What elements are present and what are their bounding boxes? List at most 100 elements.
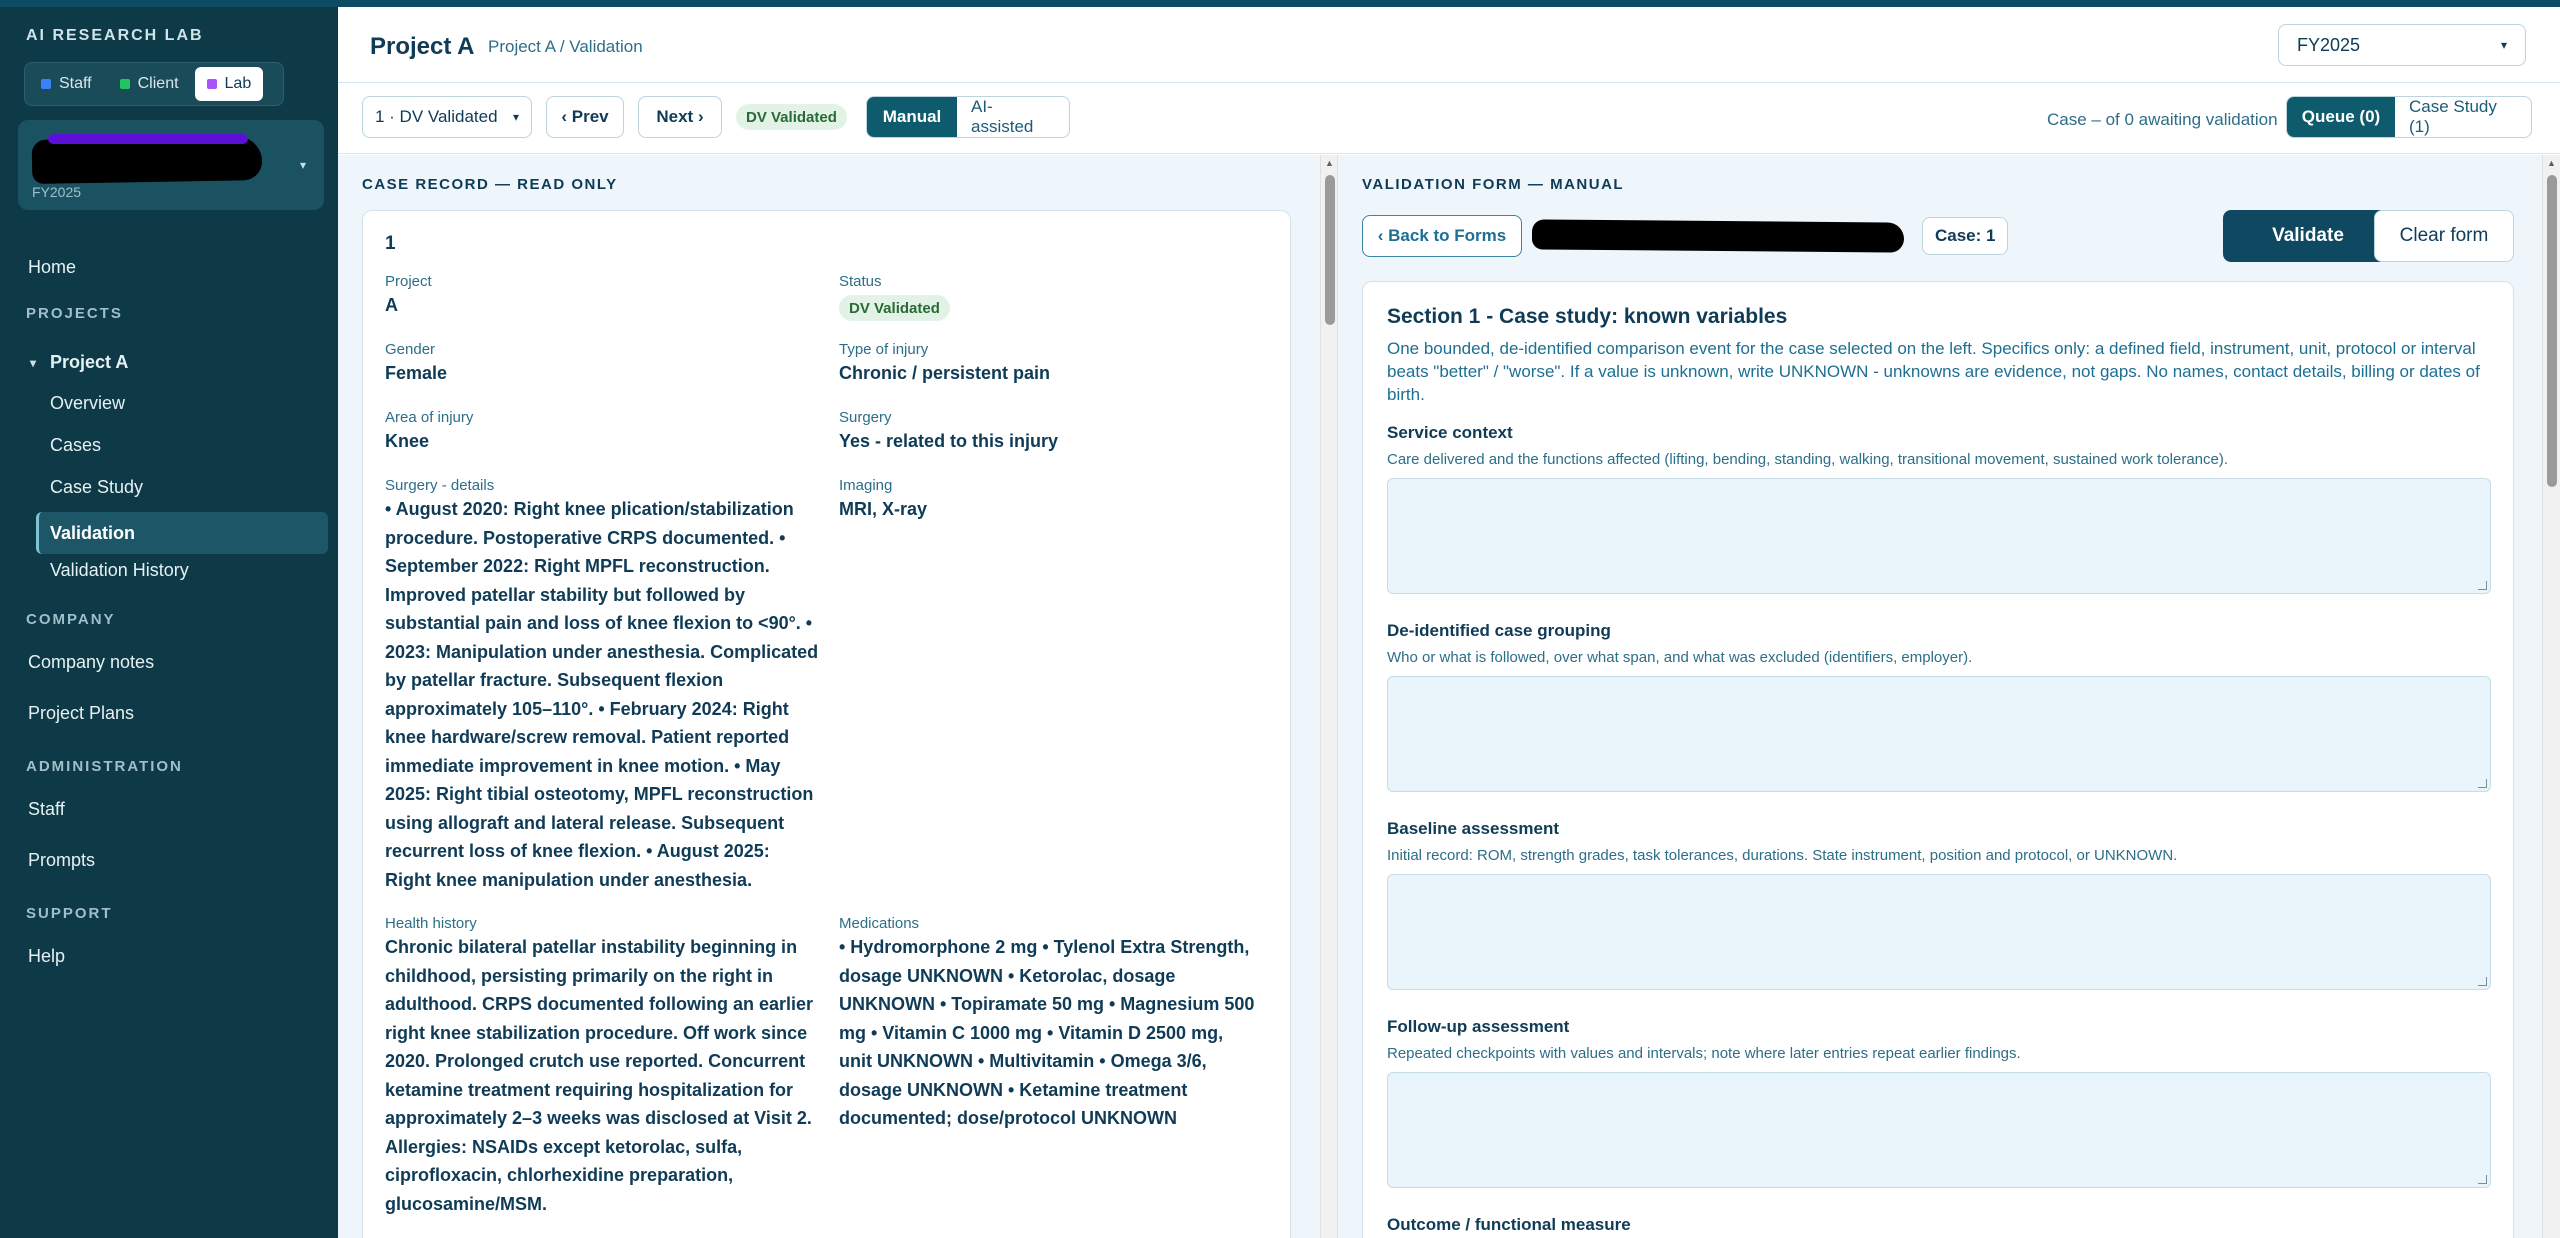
case-grouping-help: Who or what is followed, over what span,… xyxy=(1387,649,1973,666)
fiscal-year-select[interactable]: FY2025 ▾ xyxy=(2278,24,2526,66)
nav-validation[interactable]: Validation xyxy=(50,523,135,544)
health-history-line: ketamine treatment requiring hospitaliza… xyxy=(385,1079,794,1100)
surgery-details-label: Surgery - details xyxy=(385,477,495,494)
nav-validation-history[interactable]: Validation History xyxy=(50,560,189,581)
role-staff-label: Staff xyxy=(59,75,92,92)
medications-line: unit UNKNOWN • Multivitamin • Omega 3/6, xyxy=(839,1051,1207,1071)
surgery-details-line: 2025: Right tibial osteotomy, MPFL recon… xyxy=(385,784,814,804)
page-header: Project A Project A / Validation FY2025 … xyxy=(338,7,2560,83)
scroll-up-icon: ▲ xyxy=(1325,158,1334,168)
imaging-label: Imaging xyxy=(839,477,893,494)
surgery-details-line: Right knee manipulation under anesthesia… xyxy=(385,869,753,890)
health-history-line: 2020. Prolonged crutch use reported. Con… xyxy=(385,1051,806,1071)
surgery-details-value: • August 2020: Right knee plication/stab… xyxy=(385,495,825,894)
section-company: COMPANY xyxy=(26,611,116,628)
nav-cases[interactable]: Cases xyxy=(50,435,101,456)
nav-prompts[interactable]: Prompts xyxy=(28,850,95,871)
health-history-line: Allergies: NSAIDs except ketorolac, sulf… xyxy=(385,1136,743,1157)
chevron-down-icon: ▾ xyxy=(30,355,37,370)
toolbar: 1 · DV Validated ▾ ‹ Prev Next › DV Vali… xyxy=(338,84,2560,154)
follow-up-assessment-field[interactable] xyxy=(1387,1072,2491,1188)
top-accent-bar xyxy=(0,0,2560,7)
clear-form-button[interactable]: Clear form xyxy=(2374,210,2514,262)
nav-overview[interactable]: Overview xyxy=(50,393,125,414)
case-record-pane: CASE RECORD — READ ONLY 1 Project A Stat… xyxy=(338,155,1320,1238)
case-record-scrollbar[interactable]: ▲ xyxy=(1320,155,1338,1238)
medications-line: mg • Vitamin C 1000 mg • Vitamin D 2500 … xyxy=(839,1022,1224,1043)
case-select[interactable]: 1 · DV Validated ▾ xyxy=(362,96,532,138)
medications-line: UNKNOWN • Topiramate 50 mg • Magnesium 5… xyxy=(839,994,1255,1014)
validation-form-pane: VALIDATION FORM — MANUAL ‹ Back to Forms… xyxy=(1338,155,2542,1238)
chevron-down-icon: ▾ xyxy=(512,110,519,124)
client-dot-icon xyxy=(119,79,130,89)
surgery-details-line: immediate improvement in knee motion. • … xyxy=(385,755,781,776)
scroll-thumb[interactable] xyxy=(1325,175,1335,325)
nav-project-label: Project A xyxy=(50,352,129,372)
role-staff-button[interactable]: Staff xyxy=(29,67,104,101)
project-label: Project xyxy=(385,273,432,290)
medications-line: • Hydromorphone 2 mg • Tylenol Extra Str… xyxy=(839,937,1250,957)
surgery-details-line: September 2022: Right MPFL reconstructio… xyxy=(385,556,770,576)
account-switcher[interactable]: ▾ FY2025 xyxy=(18,120,324,210)
status-badge: DV Validated xyxy=(736,104,847,130)
case-grouping-label: De-identified case grouping xyxy=(1387,621,1611,640)
medications-line: dosage UNKNOWN • Ketamine treatment xyxy=(839,1079,1188,1100)
chevron-down-icon: ▾ xyxy=(2500,38,2507,52)
sidebar: AI RESEARCH LAB Staff Client Lab ▾ FY202… xyxy=(0,7,338,1238)
role-switcher: Staff Client Lab xyxy=(24,62,284,106)
validation-form-heading: VALIDATION FORM — MANUAL xyxy=(1362,176,1625,193)
health-history-line: glucosamine/MSM. xyxy=(385,1193,548,1214)
follow-up-assessment-help: Repeated checkpoints with values and int… xyxy=(1387,1045,2021,1062)
staff-dot-icon xyxy=(41,79,51,89)
nav-home[interactable]: Home xyxy=(28,257,76,278)
surgery-details-line: procedure. Postoperative CRPS documented… xyxy=(385,527,786,548)
validate-button[interactable]: Validate xyxy=(2223,210,2393,262)
baseline-assessment-field[interactable] xyxy=(1387,874,2491,990)
gender-value: Female xyxy=(385,363,448,383)
section-projects: PROJECTS xyxy=(26,305,123,322)
baseline-assessment-label: Baseline assessment xyxy=(1387,819,1559,838)
surgery-details-line: • August 2020: Right knee plication/stab… xyxy=(385,499,794,519)
page-title: Project A xyxy=(370,33,475,60)
record-id: 1 xyxy=(385,233,396,254)
surgery-details-line: approximately 105–110°. • February 2024:… xyxy=(385,698,789,719)
fiscal-year-value: FY2025 xyxy=(2297,34,2361,55)
role-client-label: Client xyxy=(137,75,179,92)
medications-value: • Hydromorphone 2 mg • Tylenol Extra Str… xyxy=(839,933,1279,1133)
service-context-field[interactable] xyxy=(1387,478,2491,594)
nav-staff[interactable]: Staff xyxy=(28,799,65,820)
scroll-thumb[interactable] xyxy=(2547,175,2557,487)
area-value: Knee xyxy=(385,431,430,451)
queue-toggle: Queue (0) Case Study (1) xyxy=(2286,96,2532,138)
surgery-value: Yes - related to this injury xyxy=(839,431,1059,451)
account-fy: FY2025 xyxy=(32,184,82,200)
health-history-line: adulthood. CRPS documented following an … xyxy=(385,994,814,1014)
validation-form-scrollbar[interactable]: ▲ xyxy=(2542,155,2560,1238)
mode-manual-tab[interactable]: Manual xyxy=(867,97,957,137)
service-context-help: Care delivered and the functions affecte… xyxy=(1387,451,2229,468)
section-administration: ADMINISTRATION xyxy=(26,758,183,775)
chevron-down-icon: ▾ xyxy=(299,158,306,172)
nav-project-plans[interactable]: Project Plans xyxy=(28,703,134,724)
role-lab-button[interactable]: Lab xyxy=(194,67,264,101)
medications-label: Medications xyxy=(839,915,920,932)
surgery-details-line: by patellar fracture. Subsequent flexion xyxy=(385,670,724,690)
surgery-details-line: substantial pain and loss of knee flexio… xyxy=(385,613,813,633)
queue-tab[interactable]: Queue (0) xyxy=(2287,97,2395,137)
health-history-line: Chronic bilateral patellar instability b… xyxy=(385,937,798,957)
back-to-forms-button[interactable]: ‹ Back to Forms xyxy=(1362,215,1522,257)
surgery-details-line: 2023: Manipulation under anesthesia. Com… xyxy=(385,641,819,662)
nav-help[interactable]: Help xyxy=(28,946,65,967)
prev-button[interactable]: ‹ Prev xyxy=(546,96,624,138)
nav-case-study[interactable]: Case Study xyxy=(50,477,143,498)
role-client-button[interactable]: Client xyxy=(108,67,191,101)
mode-ai-tab[interactable]: AI-assisted xyxy=(957,97,1069,137)
nav-company-notes[interactable]: Company notes xyxy=(28,652,154,673)
injury-type-label: Type of injury xyxy=(839,341,929,358)
case-study-tab[interactable]: Case Study (1) xyxy=(2395,97,2531,137)
health-history-value: Chronic bilateral patellar instability b… xyxy=(385,933,825,1218)
nav-project-a[interactable]: ▾ Project A xyxy=(30,352,128,373)
next-button[interactable]: Next › xyxy=(638,96,722,138)
case-grouping-field[interactable] xyxy=(1387,676,2491,792)
breadcrumb[interactable]: Project A / Validation xyxy=(488,37,643,57)
